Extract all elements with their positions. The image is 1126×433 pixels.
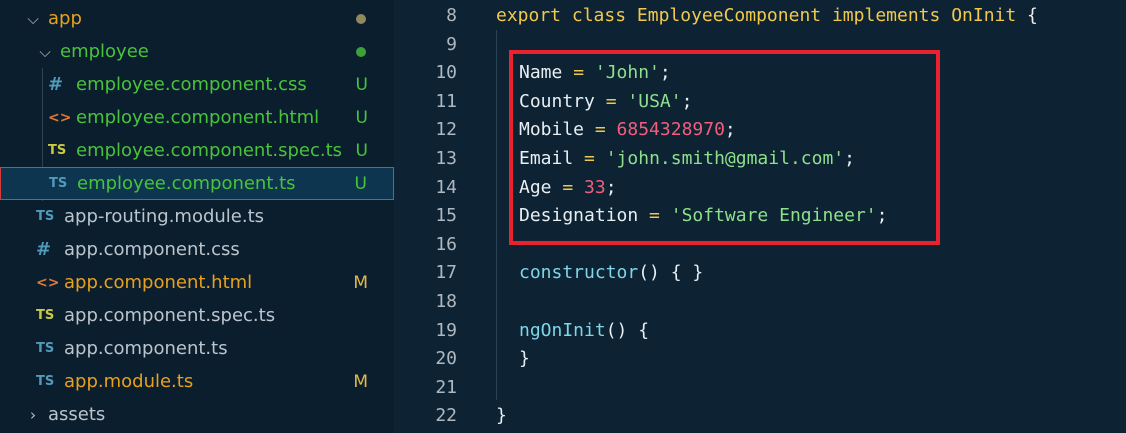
code-token: }: [496, 405, 507, 427]
file-name: app.component.css: [64, 239, 240, 260]
folder-assets[interactable]: › assets: [0, 398, 394, 431]
file-item[interactable]: TS employee.component.ts U: [0, 167, 394, 200]
code-token: implements: [831, 5, 952, 26]
spec-file-icon: TS: [48, 143, 67, 158]
code-token: constructor: [519, 262, 639, 284]
code-text: ngOnInit() {: [519, 320, 649, 341]
file-item[interactable]: TS employee.component.spec.ts U: [0, 134, 394, 167]
untracked-badge: U: [354, 173, 367, 194]
line-number: 22: [435, 405, 457, 427]
file-explorer: ⌵ app ⌵ employee # employee.component.css U <> e…: [0, 0, 394, 433]
file-item[interactable]: TS app-routing.module.ts: [0, 200, 394, 233]
code-line: 17 constructor() { }: [394, 258, 1126, 287]
line-number: 13: [435, 148, 457, 169]
untracked-badge: U: [355, 107, 368, 128]
folder-app[interactable]: ⌵ app: [0, 2, 394, 35]
typescript-file-icon: TS: [49, 176, 68, 191]
file-name: app.module.ts: [64, 371, 194, 392]
code-editor[interactable]: 8 export class EmployeeComponent implemen…: [394, 0, 1126, 433]
code-line: 20}: [394, 344, 1126, 373]
code-text: }: [519, 348, 530, 369]
file-name: app-routing.module.ts: [64, 206, 265, 227]
modified-badge: M: [353, 272, 368, 293]
line-number: 15: [435, 205, 457, 227]
chevron-down-icon: ⌵: [39, 42, 51, 61]
typescript-file-icon: TS: [36, 341, 55, 356]
file-name: employee.component.css: [76, 74, 307, 95]
modified-dot-icon: [356, 46, 366, 57]
code-token: EmployeeComponent: [636, 5, 832, 26]
line-number: 21: [435, 376, 457, 398]
line-number: 16: [435, 233, 457, 255]
code-line: 8 export class EmployeeComponent implemen…: [394, 1, 1126, 30]
file-name: employee.component.ts: [77, 173, 296, 194]
line-number: 14: [435, 176, 457, 198]
code-token: () {: [605, 319, 650, 341]
line-number: 20: [435, 348, 457, 370]
untracked-badge: U: [355, 140, 368, 161]
typescript-file-icon: TS: [36, 209, 55, 224]
line-number: 18: [435, 291, 457, 312]
line-number: 8: [446, 5, 457, 26]
folder-employee[interactable]: ⌵ employee: [0, 35, 394, 68]
line-number: 10: [435, 62, 457, 84]
code-token: () { }: [638, 262, 704, 284]
line-number: 19: [435, 319, 457, 341]
untracked-badge: U: [355, 74, 368, 95]
modified-dot-icon: [356, 13, 366, 24]
spec-file-icon: TS: [36, 308, 55, 323]
folder-label: assets: [48, 404, 106, 425]
html-file-icon: <>: [36, 274, 60, 291]
code-text: }: [496, 405, 507, 426]
file-item[interactable]: # app.component.css: [0, 233, 394, 266]
line-number: 17: [435, 262, 457, 284]
file-item[interactable]: TS app.component.ts: [0, 332, 394, 365]
folder-label: employee: [60, 41, 149, 62]
code-token: export: [496, 5, 572, 26]
folder-label: app: [48, 8, 82, 29]
line-number: 12: [435, 119, 457, 141]
code-token: ngOnInit: [519, 319, 606, 341]
code-line: 21: [394, 373, 1126, 402]
property-highlight-box: [509, 50, 940, 245]
line-number: 9: [446, 33, 457, 55]
code-token: }: [519, 348, 530, 370]
file-item[interactable]: # employee.component.css U: [0, 68, 394, 101]
css-file-icon: #: [36, 239, 52, 260]
file-name: app.component.html: [64, 272, 253, 293]
file-item[interactable]: TS app.component.spec.ts: [0, 299, 394, 332]
typescript-file-icon: TS: [36, 374, 55, 389]
modified-badge: M: [353, 371, 368, 392]
code-token: {: [1027, 5, 1038, 26]
chevron-down-icon: ⌵: [27, 9, 39, 28]
code-text: export class EmployeeComponent implement…: [496, 5, 1038, 26]
line-number: 11: [435, 90, 457, 112]
code-line: 19 ngOnInit() {: [394, 316, 1126, 345]
file-item[interactable]: <> app.component.html M: [0, 266, 394, 299]
code-token: class: [571, 5, 637, 26]
code-line: 18: [394, 287, 1126, 316]
css-file-icon: #: [48, 74, 64, 95]
file-name: employee.component.html: [76, 107, 320, 128]
code-line: 22}: [394, 401, 1126, 430]
code-token: OnInit: [951, 5, 1028, 26]
file-item[interactable]: TS app.module.ts M: [0, 365, 394, 398]
chevron-right-icon: ›: [30, 405, 36, 424]
code-text: constructor() { }: [519, 262, 703, 283]
html-file-icon: <>: [48, 109, 72, 126]
file-name: app.component.spec.ts: [64, 305, 276, 326]
file-name: employee.component.spec.ts: [76, 140, 343, 161]
file-name: app.component.ts: [64, 338, 228, 359]
file-item[interactable]: <> employee.component.html U: [0, 101, 394, 134]
